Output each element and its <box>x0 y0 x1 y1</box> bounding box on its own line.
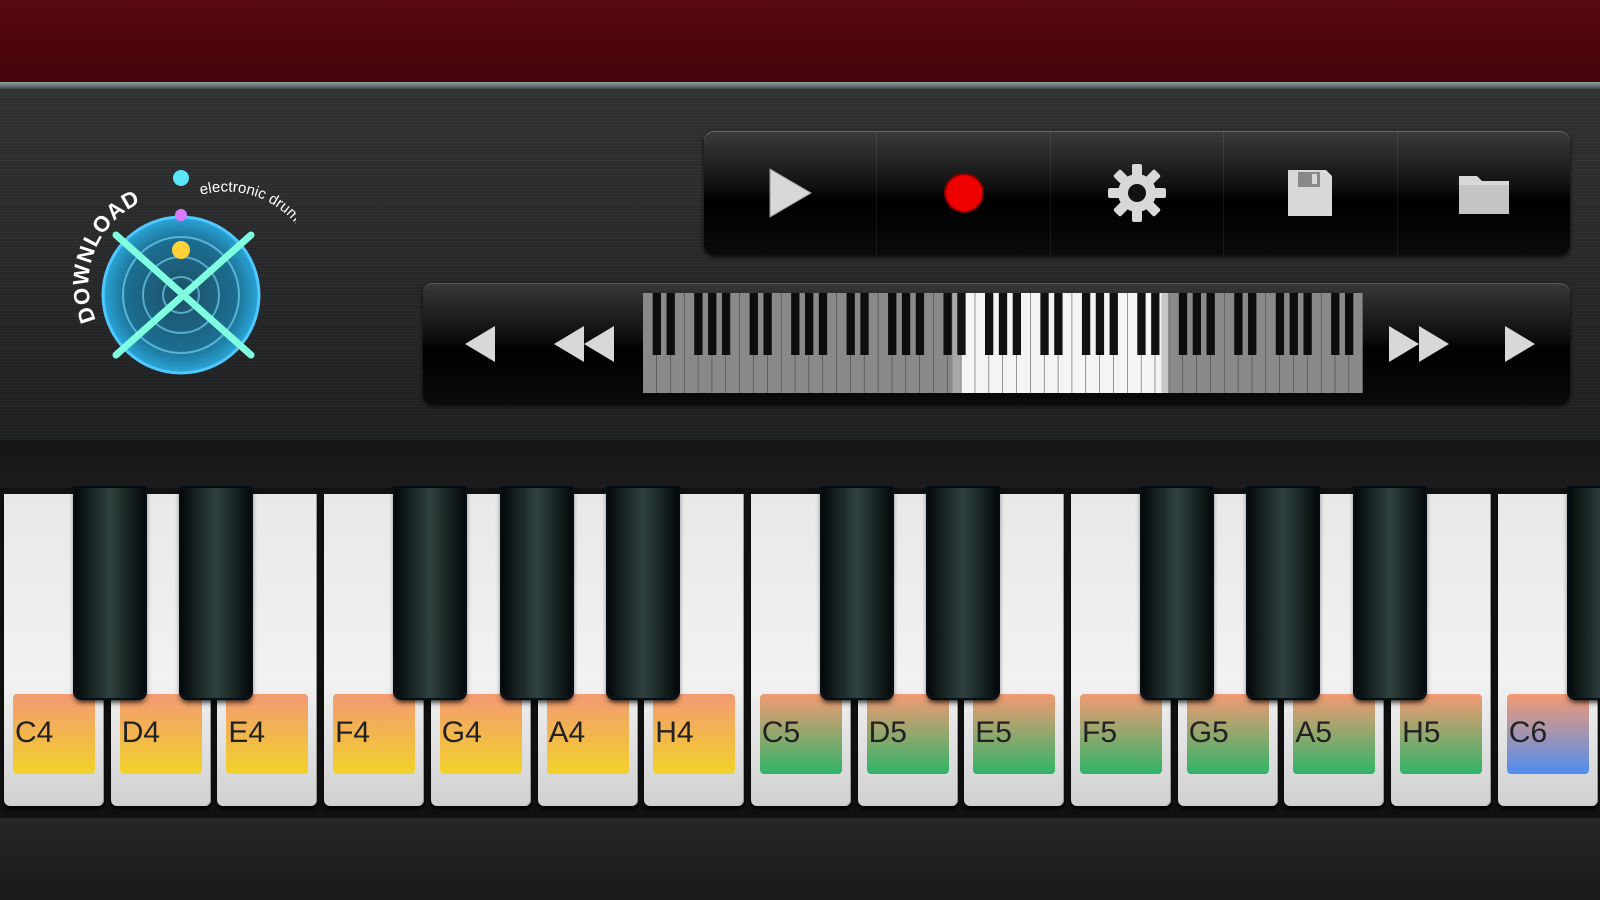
mini-black-key <box>985 293 994 355</box>
step-right-button[interactable] <box>1475 295 1565 392</box>
record-icon <box>943 173 984 213</box>
mini-keyboard-overview[interactable] <box>643 293 1363 393</box>
logo-graphic: DOWNLOAD electronic drums game <box>68 170 328 375</box>
fast-left-icon <box>554 325 614 362</box>
black-key[interactable] <box>928 488 999 698</box>
mini-black-key <box>1095 293 1105 355</box>
top-bar <box>0 0 1600 82</box>
settings-button[interactable] <box>1051 131 1225 255</box>
black-key[interactable] <box>501 488 572 698</box>
mini-keyboard-graphic <box>643 293 1363 393</box>
black-key[interactable] <box>74 488 145 698</box>
range-shade-right <box>1161 293 1363 393</box>
step-left-button[interactable] <box>431 295 529 392</box>
step-right-icon <box>1505 325 1535 362</box>
fast-left-button[interactable] <box>529 295 639 392</box>
bottom-frame <box>0 818 1600 900</box>
folder-icon <box>1458 176 1509 214</box>
range-shade-left <box>643 293 953 393</box>
mini-black-key <box>1054 293 1063 355</box>
record-button[interactable] <box>877 131 1051 255</box>
play-icon <box>769 168 813 218</box>
piano-keyboard: C4 D4 E4 F4 G4 A4 H4 C5 D5 E5 F5 G5 A5 H5 C6 <box>0 488 1600 818</box>
mini-black-key <box>1012 293 1021 355</box>
drums-game-logo[interactable]: DOWNLOAD electronic drums game <box>66 150 328 390</box>
open-button[interactable] <box>1398 131 1570 255</box>
mini-black-key <box>1151 293 1160 355</box>
key-label: A4 <box>546 694 629 774</box>
key-label: F5 <box>1080 694 1162 774</box>
gear-icon <box>1108 164 1167 222</box>
key-label: C4 <box>13 694 95 774</box>
key-label: C5 <box>759 694 842 774</box>
key-label: D5 <box>866 694 949 774</box>
key-label: G4 <box>439 694 522 774</box>
key-label: E4 <box>226 694 309 774</box>
mini-black-key <box>1040 293 1049 355</box>
play-button[interactable] <box>704 131 878 255</box>
black-key[interactable] <box>1248 488 1319 698</box>
key-label: D4 <box>119 694 202 774</box>
mini-black-key <box>1109 293 1118 355</box>
save-button[interactable] <box>1224 131 1398 255</box>
floppy-icon <box>1288 170 1333 216</box>
top-divider <box>0 82 1600 90</box>
black-key[interactable] <box>608 488 679 698</box>
step-left-icon <box>465 325 495 362</box>
fast-right-button[interactable] <box>1363 295 1475 392</box>
black-key[interactable] <box>821 488 892 698</box>
black-key[interactable] <box>1141 488 1212 698</box>
key-label: A5 <box>1293 694 1376 774</box>
key-label: H4 <box>653 694 736 774</box>
mini-black-key <box>1137 293 1146 355</box>
keyboard-navigator <box>423 283 1570 404</box>
keyboard-ledge <box>0 440 1600 488</box>
toolbar <box>704 131 1570 255</box>
mini-black-key <box>998 293 1008 355</box>
key-label: G5 <box>1186 694 1269 774</box>
black-key[interactable] <box>181 488 252 698</box>
black-key[interactable] <box>1355 488 1426 698</box>
black-key[interactable] <box>394 488 465 698</box>
mini-black-key <box>957 293 966 355</box>
key-label: F4 <box>333 694 416 774</box>
key-label: E5 <box>973 694 1056 774</box>
mini-black-key <box>1081 293 1091 355</box>
key-label: H5 <box>1400 694 1483 774</box>
black-key[interactable] <box>1568 488 1600 698</box>
key-label: C6 <box>1506 694 1589 774</box>
fast-right-icon <box>1389 325 1449 362</box>
